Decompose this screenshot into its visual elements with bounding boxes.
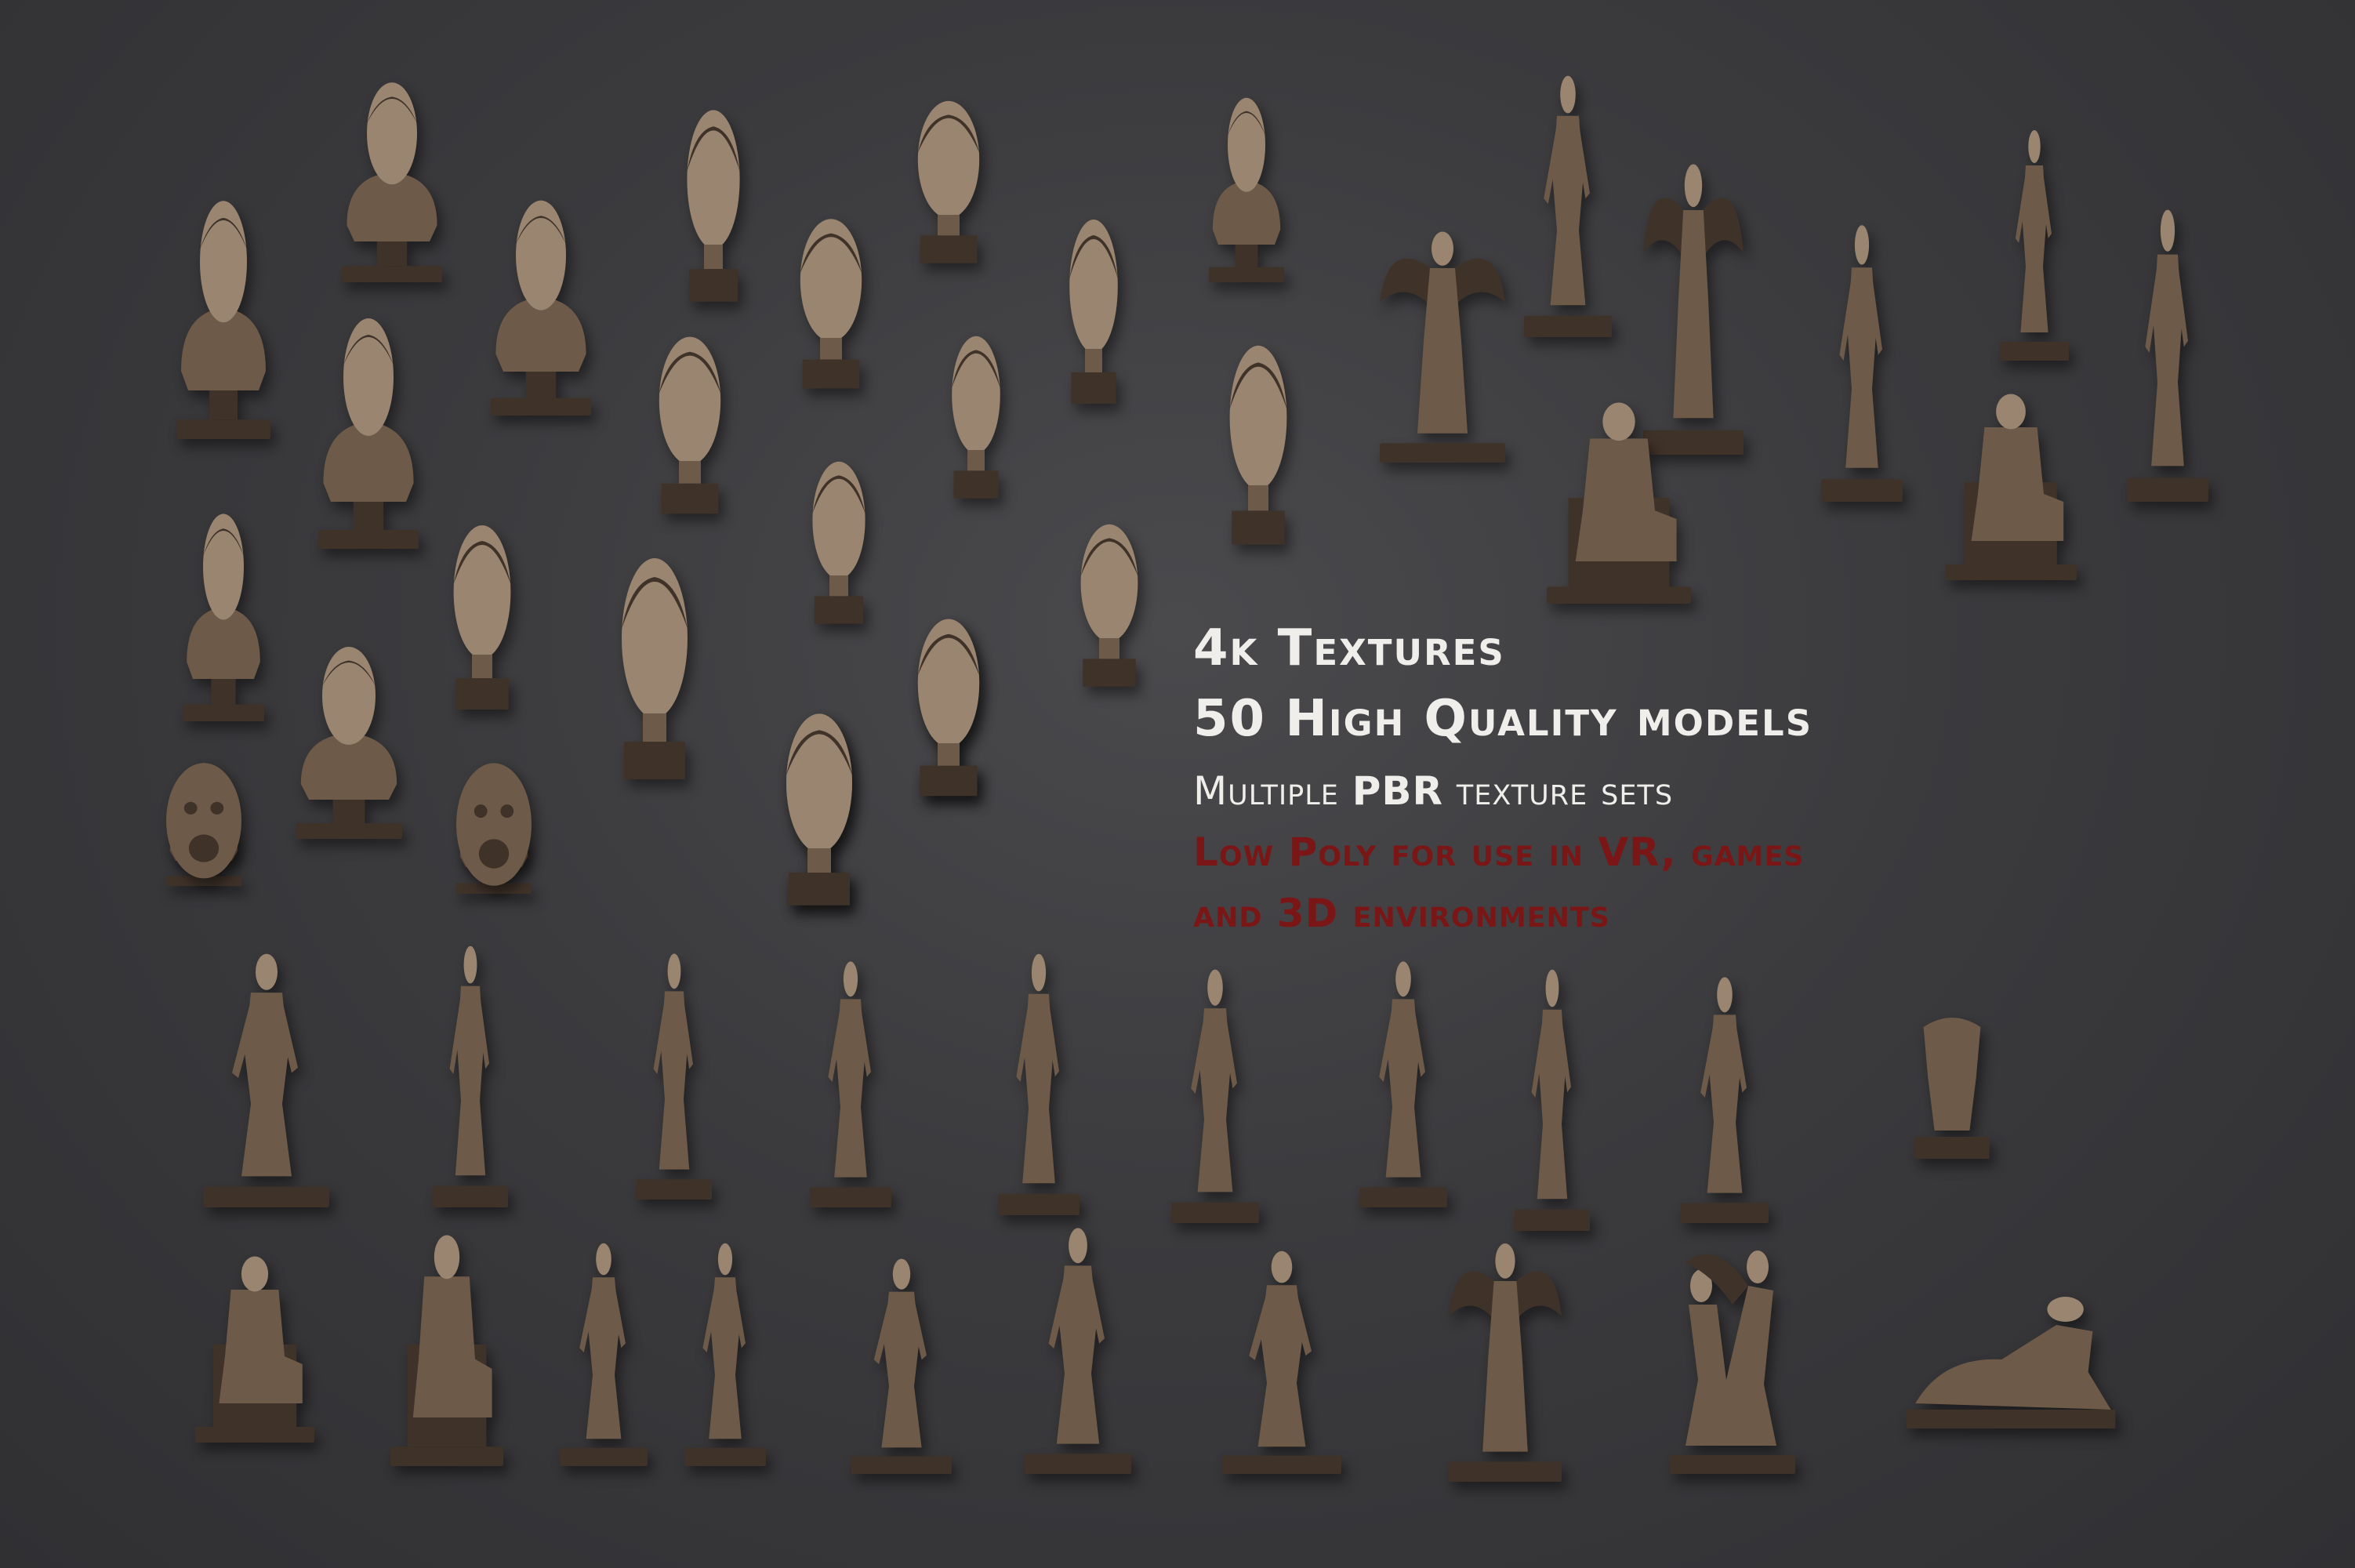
figure-statue: [1207, 1247, 1356, 1474]
figure-statue: [627, 949, 721, 1200]
bust-statue: [172, 510, 274, 721]
head-statue: [933, 329, 1019, 502]
head-statue: [894, 94, 1003, 267]
head-statue: [1207, 337, 1309, 549]
figure-statue: [423, 941, 517, 1207]
head-statue: [1058, 517, 1160, 690]
seated-statue: [376, 1223, 517, 1466]
bust-statue: [165, 196, 282, 439]
seated-statue: [1529, 392, 1709, 604]
figure-statue: [549, 1239, 659, 1466]
reclining-statue: [1897, 1278, 2125, 1435]
figure-statue: [1348, 956, 1458, 1207]
seated-statue: [180, 1247, 329, 1443]
figure-statue: [988, 949, 1090, 1215]
figure-statue: [1513, 71, 1623, 337]
bust-statue: [478, 196, 604, 416]
figure-statue: [1670, 972, 1780, 1223]
figure-statue: [1991, 125, 2077, 361]
figure-statue: [1811, 220, 1913, 502]
bust-statue: [306, 314, 431, 549]
head-statue: [431, 517, 533, 713]
bust-statue: [329, 78, 455, 282]
subline-pbr: Multiple PBR texture sets: [1193, 768, 1673, 814]
head-statue: [1050, 212, 1137, 408]
figure-statue: [674, 1239, 776, 1466]
torso-statue: [1897, 1011, 2007, 1168]
subline-pbr-pre: Multiple: [1193, 768, 1352, 814]
figure-statue: [2117, 204, 2219, 502]
winged-statue: [1435, 1231, 1576, 1482]
group-statue: [1654, 1239, 1811, 1474]
figure-statue: [188, 949, 345, 1207]
headline-model-count: 50 High Quality models: [1193, 690, 1813, 748]
figure-statue: [1160, 964, 1270, 1223]
headline-textures: 4k Textures: [1193, 619, 1505, 677]
winged-statue: [1364, 220, 1521, 463]
seated-statue: [1929, 384, 2093, 580]
product-showcase: [0, 0, 2355, 1568]
head-statue: [635, 329, 745, 517]
head-statue: [894, 612, 1003, 800]
subline-pbr-bold: PBR: [1352, 768, 1444, 814]
head-statue: [776, 212, 886, 392]
head-statue: [596, 549, 713, 784]
head-statue: [666, 102, 760, 306]
figure-statue: [1011, 1223, 1145, 1474]
head-statue: [760, 706, 878, 909]
subline-environments: and 3D environments: [1193, 891, 1610, 936]
mask-statue: [157, 760, 251, 886]
head-statue: [792, 455, 886, 627]
figure-statue: [1505, 964, 1599, 1231]
bust-statue: [282, 643, 415, 839]
mask-statue: [447, 760, 541, 894]
figure-statue: [839, 1254, 964, 1474]
subline-low-poly: Low Poly for use in VR, games: [1193, 829, 1805, 875]
subline-pbr-post: texture sets: [1443, 768, 1674, 814]
bust-statue: [1199, 94, 1294, 282]
figure-statue: [800, 956, 902, 1207]
